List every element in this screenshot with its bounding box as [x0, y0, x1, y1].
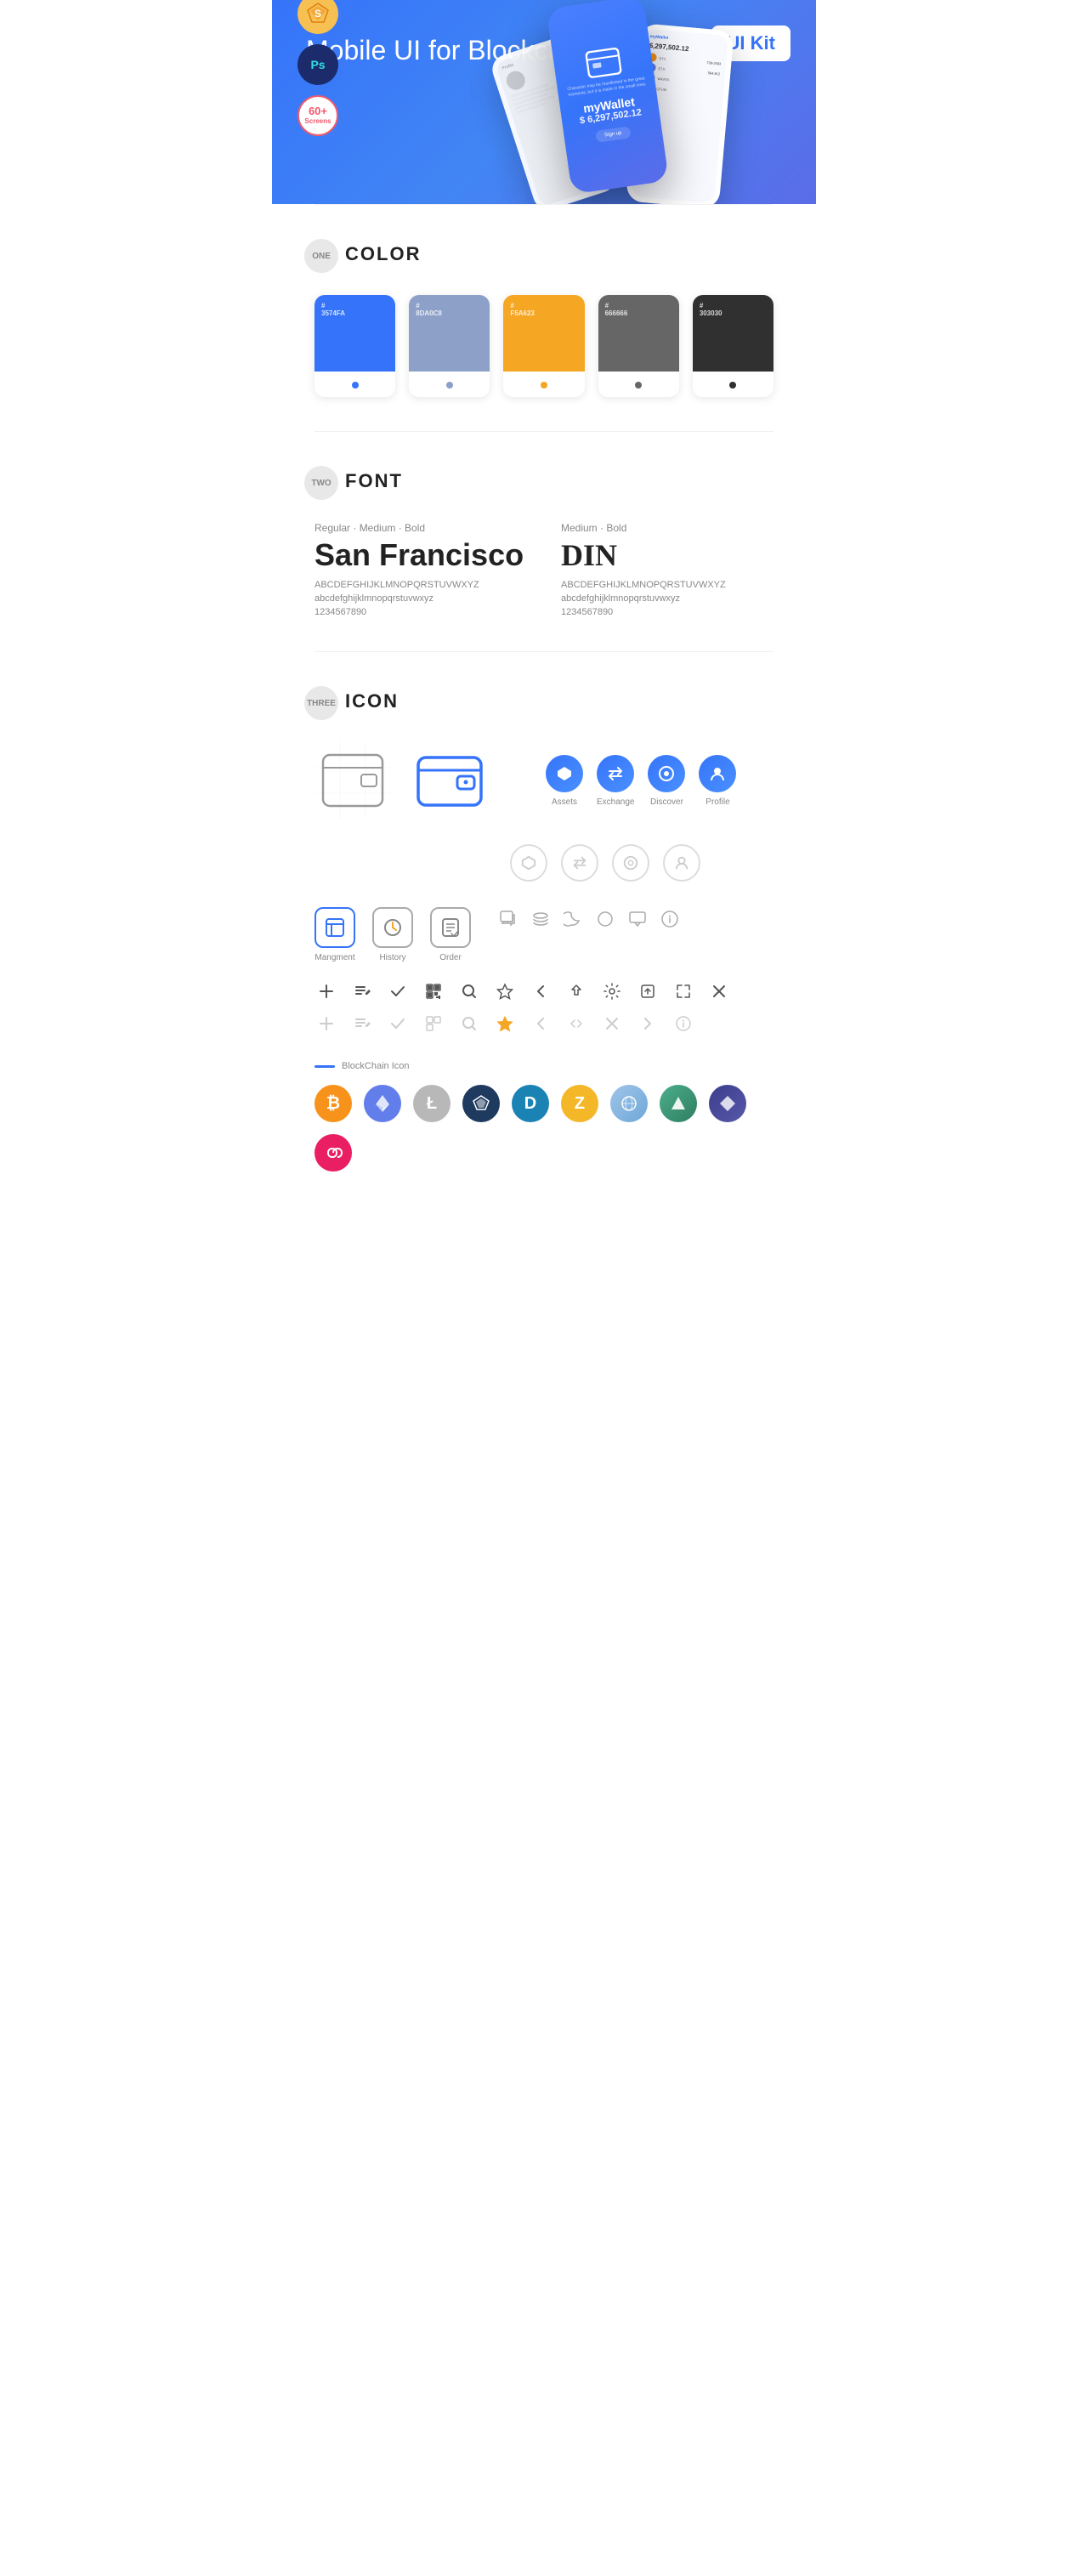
info-util-icon [658, 907, 682, 931]
star-filled-icon [493, 1012, 517, 1036]
font-num-circle: TWO [304, 466, 338, 500]
check-icon [386, 979, 410, 1003]
profile-outline-icon [663, 844, 700, 882]
util-icons-row2 [314, 1012, 774, 1036]
color-section-header: 1 ONE COLOR [314, 239, 774, 270]
font-grid: Regular · Medium · Bold San Francisco AB… [314, 522, 774, 617]
exchange-outline-icon [561, 844, 598, 882]
utility-icons-group [496, 907, 682, 931]
wireframe-wallet-icon [314, 742, 391, 819]
layers-util-icon [529, 907, 552, 931]
search-icon [457, 979, 481, 1003]
discover-outline-icon [612, 844, 649, 882]
icon-section: 3 THREE ICON [272, 652, 816, 1206]
circle-util-icon [593, 907, 617, 931]
assets-outline-icon [510, 844, 547, 882]
font-section: 2 TWO FONT Regular · Medium · Bold San F… [272, 432, 816, 651]
sketch-badge: S [298, 0, 338, 34]
icon-title: ICON [345, 690, 399, 712]
neo-icon [709, 1085, 746, 1122]
plus-icon [314, 979, 338, 1003]
double-arrow-icon [564, 1012, 588, 1036]
font-sf: Regular · Medium · Bold San Francisco AB… [314, 522, 527, 617]
list-edit-gray-icon [350, 1012, 374, 1036]
icon-num-circle: THREE [304, 686, 338, 720]
crypto-icons-row: ₿ Ł D Z [314, 1085, 774, 1172]
ltc-icon: Ł [413, 1085, 450, 1122]
net-icon [610, 1085, 648, 1122]
chevron-left-icon [529, 979, 552, 1003]
color-title: COLOR [345, 243, 421, 265]
waves-icon [462, 1085, 500, 1122]
swatch-dark: #303030 [693, 295, 774, 397]
star-icon [493, 979, 517, 1003]
discover-nav-icon: Discover [648, 755, 685, 807]
dash-icon: D [512, 1085, 549, 1122]
x-gray-icon [600, 1012, 624, 1036]
qr-gray-icon [422, 1012, 445, 1036]
btc-icon: ₿ [314, 1085, 352, 1122]
font-section-header: 2 TWO FONT [314, 466, 774, 496]
font-din: Medium · Bold DIN ABCDEFGHIJKLMNOPQRSTUV… [561, 522, 774, 617]
color-section-number: 1 ONE [314, 239, 332, 270]
blockchain-line-decoration [314, 1065, 335, 1068]
zec-icon: Z [561, 1085, 598, 1122]
large-icons-row: Assets Exchange Discove [314, 742, 774, 819]
filled-wallet-icon [411, 742, 488, 819]
icon-section-header: 3 THREE ICON [314, 686, 774, 717]
hero-badges: S Ps 60+ Screens [298, 0, 338, 136]
plus-gray-icon [314, 1012, 338, 1036]
bottom-nav-row: Mangment History [314, 907, 774, 962]
color-swatches: #3574FA #8DA0C8 #F5A623 [314, 295, 774, 397]
chevron-left-gray-icon [529, 1012, 552, 1036]
profile-nav-icon: Profile [699, 755, 736, 807]
expand-icon [672, 979, 695, 1003]
chat-util-icon [496, 907, 520, 931]
management-icon: Mangment [314, 907, 355, 962]
moon-util-icon [561, 907, 585, 931]
nav-icons-group: Assets Exchange Discove [546, 755, 736, 807]
exchange-nav-icon: Exchange [597, 755, 634, 807]
ps-badge: Ps [298, 44, 338, 85]
swatch-blue: #3574FA [314, 295, 395, 397]
list-edit-icon [350, 979, 374, 1003]
order-icon: Order [430, 907, 471, 962]
close-icon [707, 979, 731, 1003]
gf-icon [314, 1134, 352, 1172]
history-icon: History [372, 907, 413, 962]
speech-util-icon [626, 907, 649, 931]
check-gray-icon [386, 1012, 410, 1036]
ada-icon [660, 1085, 697, 1122]
assets-nav-icon: Assets [546, 755, 583, 807]
search-gray-icon [457, 1012, 481, 1036]
settings-icon [600, 979, 624, 1003]
swatch-gray-blue: #8DA0C8 [409, 295, 490, 397]
eth-icon [364, 1085, 401, 1122]
upload-box-icon [636, 979, 660, 1003]
util-icons-row1 [314, 979, 774, 1003]
color-section: 1 ONE COLOR #3574FA #8DA0C8 #F5A6 [272, 205, 816, 431]
swatch-gray: #666666 [598, 295, 679, 397]
color-num-circle: ONE [304, 239, 338, 273]
hero-section: Mobile UI for Blockchain Wallet UI Kit S… [272, 0, 816, 204]
share-icon [564, 979, 588, 1003]
font-section-number: 2 TWO [314, 466, 332, 496]
font-title: FONT [345, 470, 403, 492]
forward-icon [636, 1012, 660, 1036]
blockchain-label: BlockChain Icon [314, 1061, 774, 1071]
info-gray-icon [672, 1012, 695, 1036]
nav-icons-outline-row [314, 844, 774, 882]
icon-section-number: 3 THREE [314, 686, 332, 717]
screens-badge: 60+ Screens [298, 95, 338, 136]
swatch-orange: #F5A623 [503, 295, 584, 397]
svg-text:S: S [314, 8, 321, 20]
qr-icon [422, 979, 445, 1003]
